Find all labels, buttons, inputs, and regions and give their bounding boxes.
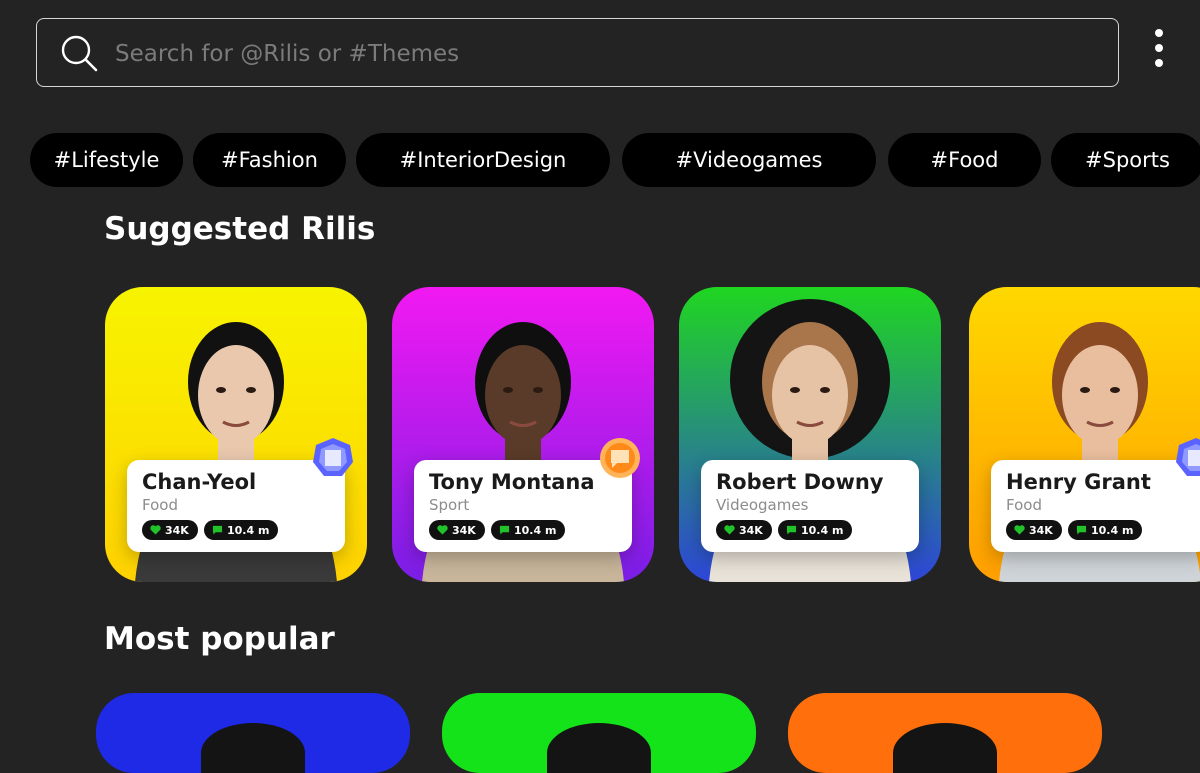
orange-chat-badge-icon [600,438,640,478]
rili-info-panel: Henry Grant Food 34K 10.4 m [991,460,1200,552]
chip-food[interactable]: #Food [888,133,1041,187]
likes-count: 34K [452,523,476,537]
likes-count: 34K [165,523,189,537]
avatar [893,723,997,773]
avatar [547,723,651,773]
rili-category: Food [142,496,178,514]
rili-name: Henry Grant [1006,470,1151,494]
rili-card[interactable]: Henry Grant Food 34K 10.4 m [969,287,1200,582]
rili-card[interactable]: Tony Montana Sport 34K 10.4 m [392,287,654,582]
rili-category: Videogames [716,496,809,514]
comment-icon [499,525,510,535]
chip-fashion[interactable]: #Fashion [193,133,346,187]
likes-stat: 34K [716,520,772,540]
popular-card[interactable] [788,693,1102,773]
heart-icon [437,525,448,535]
likes-count: 34K [739,523,763,537]
comments-count: 10.4 m [1091,523,1134,537]
comments-stat: 10.4 m [778,520,853,540]
heart-icon [1014,525,1025,535]
rili-info-panel: Robert Downy Videogames 34K 10.4 m [701,460,919,552]
likes-stat: 34K [1006,520,1062,540]
comments-count: 10.4 m [227,523,270,537]
sapphire-gem-icon [1176,438,1200,476]
comment-icon [786,525,797,535]
rili-name: Chan-Yeol [142,470,257,494]
likes-count: 34K [1029,523,1053,537]
likes-stat: 34K [142,520,198,540]
search-icon [61,35,98,72]
comments-stat: 10.4 m [1068,520,1143,540]
popular-card[interactable] [442,693,756,773]
chip-lifestyle[interactable]: #Lifestyle [30,133,183,187]
comments-count: 10.4 m [801,523,844,537]
rili-card[interactable]: Chan-Yeol Food 34K 10.4 m [105,287,367,582]
chip-videogames[interactable]: #Videogames [622,133,876,187]
comment-icon [212,525,223,535]
most-popular-title: Most popular [104,621,335,657]
kebab-menu-icon[interactable] [1142,26,1176,76]
rili-card[interactable]: Robert Downy Videogames 34K 10.4 m [679,287,941,582]
suggested-title: Suggested Rilis [104,211,376,247]
comments-count: 10.4 m [514,523,557,537]
chip-sports[interactable]: #Sports [1051,133,1200,187]
rili-name: Tony Montana [429,470,595,494]
hashtag-chips: #Lifestyle #Fashion #InteriorDesign #Vid… [0,133,1200,187]
avatar [201,723,305,773]
sapphire-gem-icon [313,438,353,476]
heart-icon [724,525,735,535]
chip-interior-design[interactable]: #InteriorDesign [356,133,610,187]
comments-stat: 10.4 m [491,520,566,540]
heart-icon [150,525,161,535]
rili-name: Robert Downy [716,470,884,494]
likes-stat: 34K [429,520,485,540]
comments-stat: 10.4 m [204,520,279,540]
comment-icon [1076,525,1087,535]
popular-card[interactable] [96,693,410,773]
search-bar[interactable] [36,18,1119,87]
search-input[interactable] [113,31,1097,77]
rili-category: Sport [429,496,470,514]
rili-category: Food [1006,496,1042,514]
